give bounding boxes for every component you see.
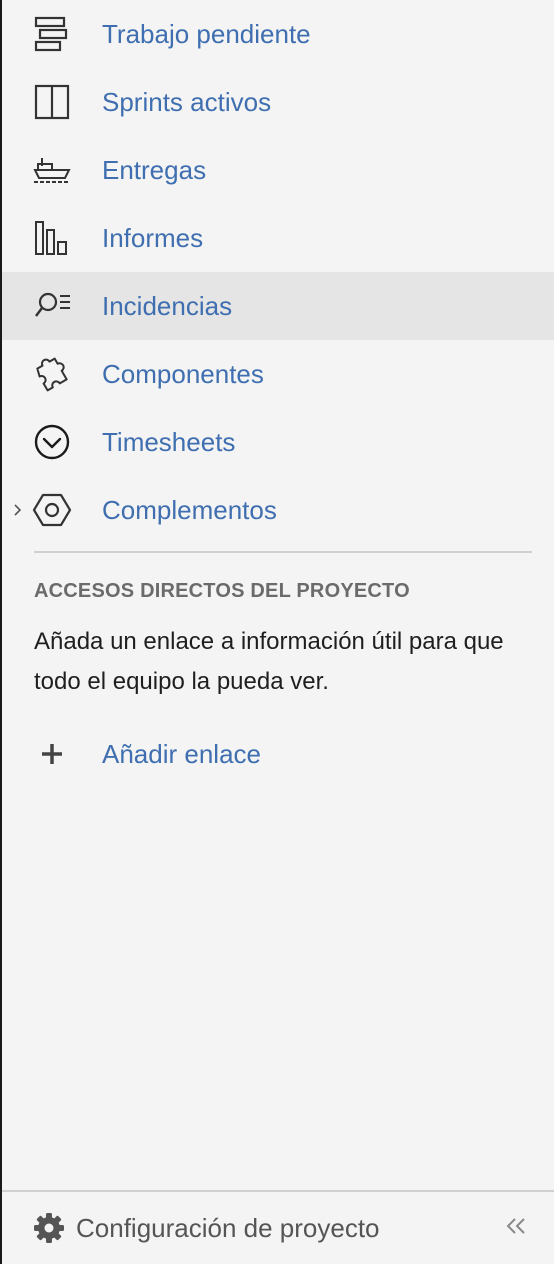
shortcuts-description: Añada un enlace a información útil para … — [34, 628, 504, 695]
board-icon — [32, 82, 72, 122]
sidebar-item-label: Sprints activos — [102, 86, 272, 117]
shortcuts-heading: ACCESOS DIRECTOS DEL PROYECTO — [34, 580, 410, 602]
sidebar-item-componentes[interactable]: Componentes — [2, 340, 554, 408]
gear-icon — [32, 1211, 66, 1245]
project-settings-label: Configuración de proyecto — [76, 1212, 380, 1243]
divider — [34, 551, 532, 553]
sidebar-item-sprints-activos[interactable]: Sprints activos — [2, 68, 554, 136]
sidebar-item-label: Entregas — [102, 154, 207, 185]
sidebar-item-entregas[interactable]: Entregas — [2, 136, 554, 204]
project-settings-link[interactable]: Configuración de proyecto — [32, 1210, 380, 1246]
double-chevron-left-icon — [504, 1216, 528, 1241]
project-sidebar: Trabajo pendiente Sprints activos Entreg… — [0, 0, 554, 1264]
chevron-right-icon[interactable] — [12, 502, 24, 518]
sidebar-item-informes[interactable]: Informes — [2, 204, 554, 272]
add-link-button[interactable]: Añadir enlace — [2, 722, 554, 790]
sidebar-item-label: Incidencias — [102, 290, 233, 321]
backlog-icon — [32, 14, 72, 54]
sidebar-footer: Configuración de proyecto — [2, 1192, 554, 1264]
search-issues-icon — [32, 286, 72, 326]
sidebar-item-label: Informes — [102, 222, 204, 253]
sidebar-nav: Trabajo pendiente Sprints activos Entreg… — [2, 0, 554, 544]
sidebar-item-label: Trabajo pendiente — [102, 18, 311, 49]
hexagon-icon — [32, 490, 72, 530]
plus-icon — [40, 742, 64, 766]
sidebar-item-label: Complementos — [102, 494, 277, 525]
collapse-sidebar-button[interactable] — [500, 1214, 532, 1242]
sidebar-item-timesheets[interactable]: Timesheets — [2, 408, 554, 476]
sidebar-item-trabajo-pendiente[interactable]: Trabajo pendiente — [2, 0, 554, 68]
puzzle-icon — [32, 354, 72, 394]
reports-icon — [32, 218, 72, 258]
add-link-label: Añadir enlace — [102, 739, 261, 769]
sidebar-item-complementos[interactable]: Complementos — [2, 476, 554, 544]
clock-icon — [32, 422, 72, 462]
sidebar-item-incidencias[interactable]: Incidencias — [2, 272, 554, 340]
ship-icon — [32, 150, 72, 190]
sidebar-item-label: Timesheets — [102, 426, 236, 457]
sidebar-item-label: Componentes — [102, 358, 264, 389]
